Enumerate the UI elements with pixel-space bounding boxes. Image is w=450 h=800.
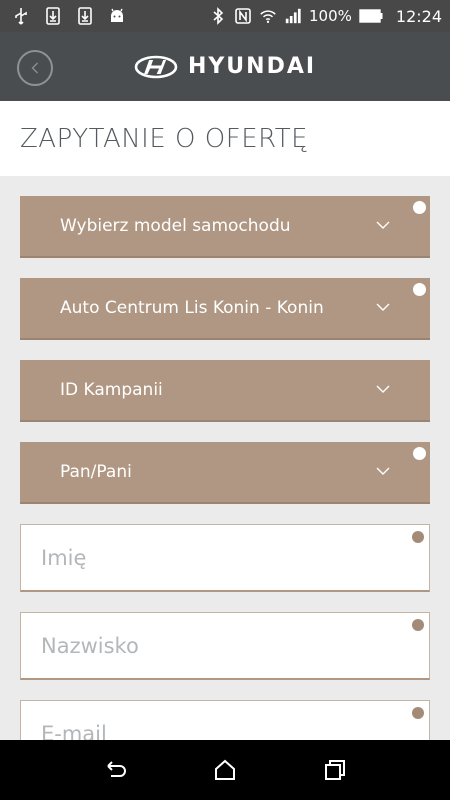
nfc-icon [234, 7, 252, 25]
first-name-field[interactable]: Imię [20, 524, 430, 592]
last-name-placeholder: Nazwisko [41, 633, 139, 658]
required-indicator [413, 447, 426, 460]
salutation-select-label: Pan/Pani [60, 462, 132, 482]
required-indicator [413, 201, 426, 214]
required-indicator [412, 707, 424, 719]
home-icon [215, 759, 235, 780]
hyundai-emblem-icon [134, 55, 178, 78]
model-select[interactable]: Wybierz model samochodu [20, 196, 430, 258]
required-indicator [413, 283, 426, 296]
clock: 12:24 [395, 6, 442, 26]
required-indicator [412, 531, 424, 543]
battery-icon [359, 7, 383, 25]
campaign-select[interactable]: ID Kampanii [20, 360, 430, 422]
nav-home-button[interactable] [205, 750, 245, 790]
bluetooth-icon [209, 7, 227, 25]
battery-percent: 100% [309, 7, 352, 25]
page-title: ZAPYTANIE O OFERTĘ [20, 123, 309, 154]
title-bar: ZAPYTANIE O OFERTĘ [0, 101, 450, 176]
nav-back-button[interactable] [95, 750, 135, 790]
download-icon [44, 7, 62, 25]
chevron-left-icon [31, 62, 38, 74]
status-bar: 100% 12:24 [0, 0, 450, 32]
chevron-down-icon [376, 385, 390, 393]
dealer-select-label: Auto Centrum Lis Konin - Konin [60, 298, 324, 318]
back-arrow-icon [107, 761, 126, 777]
download-icon [76, 7, 94, 25]
back-button[interactable] [17, 50, 53, 86]
nav-recents-button[interactable] [315, 750, 355, 790]
chevron-down-icon [376, 467, 390, 475]
wifi-icon [259, 7, 277, 25]
system-nav-bar [0, 740, 450, 800]
first-name-placeholder: Imię [41, 545, 87, 570]
brand-name: HYUNDAI [187, 54, 317, 79]
chevron-down-icon [376, 303, 390, 311]
usb-icon [12, 7, 30, 25]
signal-icon [284, 7, 302, 25]
model-select-label: Wybierz model samochodu [60, 216, 291, 236]
android-icon [108, 7, 126, 25]
last-name-field[interactable]: Nazwisko [20, 612, 430, 680]
campaign-select-label: ID Kampanii [60, 380, 163, 400]
required-indicator [412, 619, 424, 631]
chevron-down-icon [376, 221, 390, 229]
recents-icon [325, 760, 345, 780]
salutation-select[interactable]: Pan/Pani [20, 442, 430, 504]
dealer-select[interactable]: Auto Centrum Lis Konin - Konin [20, 278, 430, 340]
app-bar: HYUNDAI [0, 32, 450, 101]
hyundai-logo: HYUNDAI [134, 54, 316, 79]
